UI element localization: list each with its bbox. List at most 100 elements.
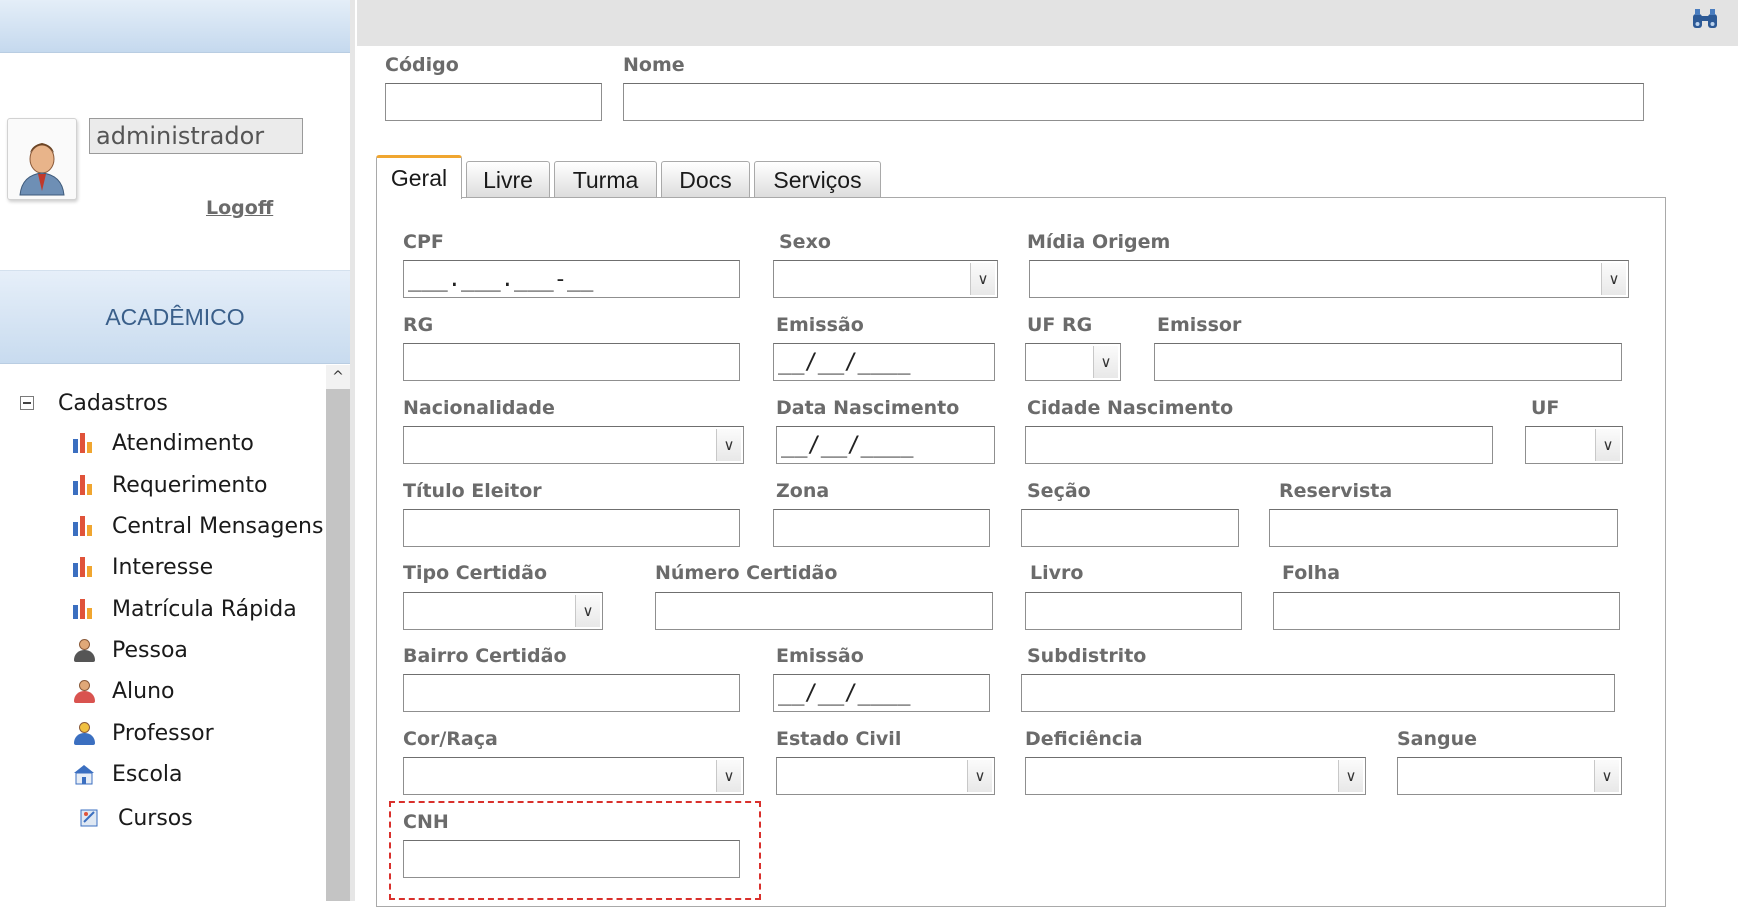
menu-item-aluno[interactable]: Aluno — [72, 676, 175, 706]
chevron-down-icon: ∨ — [1093, 346, 1118, 378]
emissao-rg-label: Emissão — [776, 314, 864, 336]
tree-group-cadastros[interactable]: Cadastros — [20, 388, 168, 418]
secao-input[interactable] — [1021, 509, 1239, 547]
sexo-select[interactable]: ∨ — [773, 260, 998, 298]
bar-chart-icon — [72, 555, 96, 579]
numero-certidao-label: Número Certidão — [655, 562, 838, 584]
menu-item-cursos[interactable]: Cursos — [78, 803, 193, 833]
zona-label: Zona — [776, 480, 830, 502]
binoculars-icon[interactable] — [1690, 6, 1720, 32]
top-toolbar — [357, 0, 1738, 46]
codigo-input[interactable] — [385, 83, 602, 121]
livro-input[interactable] — [1025, 592, 1242, 630]
tab-servicos[interactable]: Serviços — [754, 161, 881, 198]
menu-item-atendimento[interactable]: Atendimento — [72, 428, 254, 458]
uf-select[interactable]: ∨ — [1525, 426, 1623, 464]
menu-item-label: Escola — [112, 761, 183, 787]
rg-input[interactable] — [403, 343, 740, 381]
emissor-input[interactable] — [1154, 343, 1622, 381]
main-content: Código Nome Geral Livre Turma Docs Servi… — [355, 0, 1738, 907]
data-nascimento-label: Data Nascimento — [776, 397, 960, 419]
estado-civil-select[interactable]: ∨ — [776, 757, 995, 795]
emissao-certidao-input[interactable]: __/__/____ — [773, 674, 990, 712]
menu-item-central-mensagens[interactable]: Central Mensagens — [72, 511, 323, 541]
sangue-select[interactable]: ∨ — [1397, 757, 1622, 795]
scroll-up-icon[interactable]: ^ — [326, 365, 350, 389]
module-title: ACADÊMICO — [105, 303, 245, 330]
subdistrito-input[interactable] — [1021, 674, 1615, 712]
menu-item-matricula-rapida[interactable]: Matrícula Rápida — [72, 594, 297, 624]
menu-item-label: Pessoa — [112, 637, 188, 663]
emissao-rg-input[interactable]: __/__/____ — [773, 343, 995, 381]
menu-item-professor[interactable]: Professor — [72, 718, 214, 748]
cor-raca-select[interactable]: ∨ — [403, 757, 744, 795]
chevron-down-icon: ∨ — [716, 760, 741, 792]
emissao-certidao-label: Emissão — [776, 645, 864, 667]
chevron-down-icon: ∨ — [1338, 760, 1363, 792]
estado-civil-label: Estado Civil — [776, 728, 902, 750]
sidebar-scrollbar[interactable] — [326, 365, 350, 901]
tipo-certidao-select[interactable]: ∨ — [403, 592, 603, 630]
uf-label: UF — [1531, 397, 1560, 419]
cpf-label: CPF — [403, 231, 444, 253]
emissor-label: Emissor — [1157, 314, 1242, 336]
menu-item-pessoa[interactable]: Pessoa — [72, 635, 188, 665]
bar-chart-icon — [72, 431, 96, 455]
sidebar-top-banner — [0, 0, 350, 53]
tab-docs[interactable]: Docs — [661, 161, 750, 198]
nacionalidade-label: Nacionalidade — [403, 397, 555, 419]
menu-item-label: Aluno — [112, 678, 175, 704]
menu-item-label: Professor — [112, 720, 214, 746]
tree-group-label: Cadastros — [58, 390, 168, 416]
menu-item-label: Cursos — [118, 805, 193, 831]
codigo-label: Código — [385, 54, 459, 76]
midia-origem-select[interactable]: ∨ — [1029, 260, 1629, 298]
subdistrito-label: Subdistrito — [1027, 645, 1147, 667]
titulo-eleitor-input[interactable] — [403, 509, 740, 547]
user-avatar-icon — [7, 118, 77, 200]
teacher-icon — [72, 721, 96, 745]
nome-input[interactable] — [623, 83, 1644, 121]
zona-input[interactable] — [773, 509, 990, 547]
nacionalidade-select[interactable]: ∨ — [403, 426, 744, 464]
chevron-down-icon: ∨ — [575, 595, 600, 627]
deficiencia-label: Deficiência — [1025, 728, 1143, 750]
menu-item-escola[interactable]: Escola — [72, 759, 183, 789]
chevron-down-icon: ∨ — [716, 429, 741, 461]
collapse-icon[interactable] — [20, 396, 34, 410]
rg-label: RG — [403, 314, 434, 336]
sidebar: administrador Logoff ACADÊMICO Cadastros… — [0, 0, 355, 901]
student-icon — [72, 679, 96, 703]
bairro-certidao-input[interactable] — [403, 674, 740, 712]
tab-geral[interactable]: Geral — [376, 155, 462, 199]
menu-tree: Cadastros Atendimento Requerimento Centr… — [0, 365, 325, 901]
username-field: administrador — [89, 118, 303, 154]
tab-livre[interactable]: Livre — [466, 161, 550, 198]
school-icon — [72, 762, 96, 786]
bar-chart-icon — [72, 473, 96, 497]
menu-item-requerimento[interactable]: Requerimento — [72, 470, 267, 500]
menu-item-label: Central Mensagens — [112, 513, 324, 539]
cpf-input[interactable]: ___.___.___-__ — [403, 260, 740, 298]
folha-input[interactable] — [1273, 592, 1620, 630]
person-icon — [72, 638, 96, 662]
module-header[interactable]: ACADÊMICO — [0, 270, 350, 364]
reservista-input[interactable] — [1269, 509, 1618, 547]
data-nascimento-input[interactable]: __/__/____ — [776, 426, 995, 464]
uf-rg-select[interactable]: ∨ — [1025, 343, 1121, 381]
menu-item-interesse[interactable]: Interesse — [72, 552, 213, 582]
cnh-highlight-box — [389, 801, 761, 900]
courses-icon — [78, 806, 102, 830]
menu-item-label: Requerimento — [112, 472, 268, 498]
menu-item-label: Matrícula Rápida — [112, 596, 297, 622]
logoff-link[interactable]: Logoff — [206, 197, 273, 219]
cidade-nascimento-label: Cidade Nascimento — [1027, 397, 1234, 419]
cidade-nascimento-input[interactable] — [1025, 426, 1493, 464]
numero-certidao-input[interactable] — [655, 592, 993, 630]
chevron-down-icon: ∨ — [970, 263, 995, 295]
secao-label: Seção — [1027, 480, 1091, 502]
bar-chart-icon — [72, 597, 96, 621]
chevron-down-icon: ∨ — [1594, 760, 1619, 792]
deficiencia-select[interactable]: ∨ — [1025, 757, 1366, 795]
tab-turma[interactable]: Turma — [554, 161, 657, 198]
